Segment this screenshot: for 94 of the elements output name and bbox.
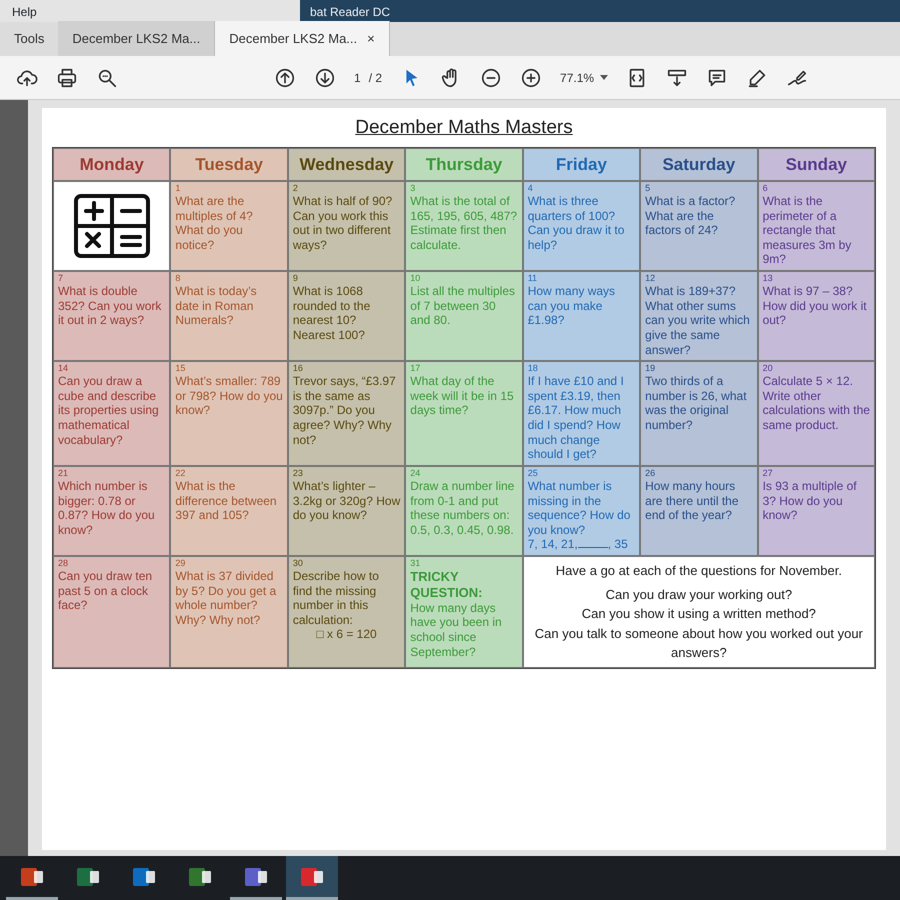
day-number: 6 (762, 183, 769, 194)
page-total: / 2 (368, 70, 382, 84)
zoom-out-icon[interactable] (480, 66, 502, 88)
day-heading: Friday (522, 148, 640, 181)
question-text: What is 97 – 38? How did you work it out? (762, 284, 867, 328)
day-number: 24 (410, 468, 422, 479)
day-number: 20 (762, 363, 774, 374)
window-title: bat Reader DC (310, 5, 390, 19)
day-number: 26 (645, 468, 656, 479)
day-number: 22 (175, 468, 186, 479)
question-text: Trevor says, “£3.97 is the same as 3097p.” Do you agree? Why? Why not? (292, 374, 396, 447)
day-number: 18 (528, 363, 539, 374)
day-number: 8 (175, 273, 182, 284)
question-text: What is a factor? What are the factors of 24? (645, 194, 736, 238)
day-number: 12 (645, 273, 656, 284)
sequence-text: 7, 14, 21, (528, 537, 578, 552)
day-heading: Sunday (758, 148, 875, 181)
question-heading: TRICKY QUESTION: (410, 568, 484, 601)
day-number: 3 (410, 183, 416, 194)
day-number: 7 (58, 273, 64, 284)
next-page-icon[interactable] (314, 66, 336, 88)
question-text: List all the multiples of 7 between 30 and 80. (410, 284, 515, 328)
menu-item[interactable]: Help (12, 5, 37, 19)
sequence-text: , 35 (608, 537, 628, 552)
note-text: Have a go at each of the questions for November. (554, 562, 843, 580)
document-tab[interactable]: December LKS2 Ma... × (215, 20, 390, 56)
print-icon[interactable] (56, 66, 78, 88)
day-number: 2 (292, 183, 299, 194)
question-text: What day of the week will it be in 15 days time? (410, 374, 514, 418)
question-text: Two thirds of a number is 26, what was the original number? (645, 374, 747, 432)
day-heading: Saturday (640, 148, 758, 181)
question-text: Can you draw a cube and describe its properties using mathematical vocabulary? (58, 374, 159, 447)
question-text: What’s lighter – 3.2kg or 320g? How do you know? (292, 478, 400, 522)
question-text: Can you draw ten past 5 on a clock face? (58, 568, 152, 612)
day-number: 25 (528, 468, 539, 479)
day-number: 27 (762, 468, 774, 479)
day-heading: Wednesday (288, 148, 406, 181)
day-number: 11 (528, 273, 538, 284)
question-text: Which number is bigger: 0.78 or 0.87? How do you know? (58, 478, 155, 537)
question-text: Describe how to find the missing number in this calculation: (292, 568, 379, 627)
note-text: Can you show it using a written method? (580, 605, 817, 623)
day-number: 5 (645, 183, 652, 194)
note-text: Can you talk to someone about how you worked out your answers? (534, 624, 864, 662)
day-heading: Thursday (405, 148, 523, 181)
question-text: What is three quarters of 100? Can you draw it to help? (528, 194, 624, 252)
zoom-in-icon[interactable] (520, 66, 542, 88)
question-text: What is the perimeter of a rectangle that measures 3m by 9m? (762, 194, 852, 266)
question-text: What is the total of 165, 195, 605, 487? Estimate first then calculate. (410, 194, 518, 252)
question-text: How many days have you been in school since September? (410, 600, 502, 659)
day-number: 30 (292, 558, 304, 569)
question-text: How many hours are there until the end of the year? (645, 478, 739, 522)
day-number: 21 (58, 468, 70, 479)
question-text: Draw a number line from 0-1 and put these numbers on: 0.5, 0.3, 0.45, 0.98. (410, 478, 514, 537)
zoom-level-field[interactable]: 77.1% (560, 68, 594, 86)
question-text: Is 93 a multiple of 3? How do you know? (762, 478, 857, 522)
day-number: 4 (528, 183, 534, 194)
caret-icon[interactable] (600, 74, 608, 80)
day-number: 9 (292, 273, 299, 284)
question-text: What’s smaller: 789 or 798? How do you know? (175, 374, 283, 418)
equation-text: □ x 6 = 120 (315, 627, 378, 642)
day-number: 17 (410, 363, 422, 374)
note-text: Can you draw your working out? (604, 586, 794, 604)
question-text: What are the multiples of 4? What do you notice? (175, 194, 253, 252)
question-text: What is 1068 rounded to the nearest 10? Nearest 100? (292, 284, 370, 342)
day-number: 28 (58, 558, 70, 569)
day-number: 23 (292, 468, 304, 479)
day-number: 13 (762, 273, 774, 284)
question-text: What is 37 divided by 5? Do you get a whole number? Why? Why not? (175, 568, 276, 627)
day-number: 15 (175, 363, 186, 374)
previous-page-icon[interactable] (274, 66, 296, 88)
question-text: If I have £10 and I spent £3.19, then £6.17. How much did I spend? How much change should I get? (528, 374, 624, 462)
question-text: What is the difference between 397 and 105? (175, 478, 277, 522)
question-text: What is today’s date in Roman Numerals? (175, 284, 257, 328)
question-text: What is double 352? Can you work it out in 2 ways? (58, 284, 162, 328)
question-text: What is 189+37? What other sums can you write which give the same answer? (645, 284, 750, 357)
day-number: 1 (175, 183, 182, 194)
day-heading: Monday (53, 148, 170, 181)
question-text: What number is missing in the sequence? How do you know? (528, 478, 630, 537)
question-text: What is half of 90? Can you work this out in two different ways? (292, 194, 392, 252)
question-text: How many ways can you make £1.98? (528, 284, 616, 328)
close-tab-button[interactable]: × (367, 28, 375, 48)
day-heading: Tuesday (170, 148, 288, 181)
day-number: 31 (410, 558, 422, 569)
day-number: 29 (175, 558, 186, 569)
tools-tab[interactable]: Tools (0, 20, 58, 56)
day-number: 16 (292, 363, 304, 374)
document-title: December Maths Masters (354, 116, 574, 140)
day-number: 19 (645, 363, 656, 374)
day-number: 14 (58, 363, 70, 374)
question-text: Calculate 5 × 12. Write other calculations with the same product. (762, 374, 870, 432)
taskbar-button[interactable] (286, 856, 338, 900)
day-number: 10 (410, 273, 422, 284)
page-number-field[interactable]: 1 (354, 70, 361, 84)
document-tab[interactable]: December LKS2 Ma... (58, 20, 216, 56)
